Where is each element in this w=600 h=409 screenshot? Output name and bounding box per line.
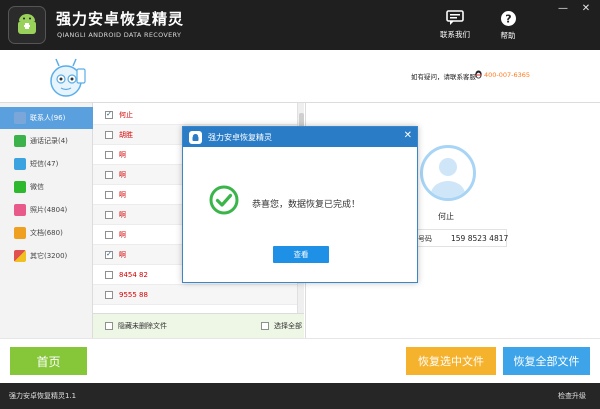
check-update-link[interactable]: 检查升级: [558, 391, 586, 401]
list-item-text: 啊: [119, 170, 126, 179]
app-subtitle: QIANGLI ANDROID DATA RECOVERY: [57, 31, 182, 39]
list-item-text: 胡胜: [119, 130, 133, 139]
list-item-text: 9555 88: [119, 290, 148, 299]
row-checkbox[interactable]: [105, 270, 113, 279]
person-silhouette-icon: [431, 158, 465, 198]
category-sidebar: 联系人(96) 通话记录(4) 短信(47) 微信 照片(4804) 文档(68…: [0, 103, 93, 338]
dialog-title: 强力安卓恢复精灵: [208, 132, 272, 142]
list-item-text: 啊: [119, 210, 126, 219]
select-all-option[interactable]: 选择全部: [261, 321, 302, 331]
action-bar: 首页 恢复选中文件 恢复全部文件: [0, 338, 600, 383]
list-footer: 隐藏未删除文件 选择全部: [93, 313, 304, 338]
list-item-text: 啊: [119, 150, 126, 159]
sidebar-item-label: 通话记录(4): [30, 137, 68, 145]
sidebar-item-documents[interactable]: 文档(680): [0, 222, 93, 244]
row-checkbox[interactable]: [105, 230, 113, 239]
help-text: 如有疑问，请联系客服: [411, 73, 476, 81]
phone-value: 159 8523 4817: [451, 234, 509, 243]
sidebar-item-call-log[interactable]: 通话记录(4): [0, 130, 93, 152]
dialog-app-icon: [189, 130, 202, 144]
sidebar-item-label: 联系人(96): [30, 114, 66, 122]
sidebar-item-label: 微信: [30, 183, 44, 191]
contact-us-button[interactable]: 联系我们: [434, 10, 476, 46]
recovery-complete-dialog: 强力安卓恢复精灵 ✕ 恭喜您，数据恢复已完成！ 查看: [182, 126, 418, 283]
row-checkbox[interactable]: [105, 290, 113, 299]
qq-penguin-icon[interactable]: [474, 70, 483, 79]
list-item-text: 啊: [119, 190, 126, 199]
dialog-message: 恭喜您，数据恢复已完成！: [252, 200, 361, 210]
app-logo: [8, 6, 46, 44]
sidebar-item-label: 文档(680): [30, 229, 63, 237]
view-button[interactable]: 查看: [273, 246, 329, 263]
dialog-title-bar: 强力安卓恢复精灵: [183, 127, 417, 147]
sidebar-item-contacts[interactable]: 联系人(96): [0, 107, 93, 129]
call-log-icon: [14, 135, 26, 147]
dialog-close-button[interactable]: ✕: [404, 130, 412, 142]
hide-undeleted-label: 隐藏未删除文件: [118, 322, 167, 330]
row-checkbox[interactable]: [105, 210, 113, 219]
row-checkbox[interactable]: ✓: [105, 250, 113, 259]
sms-icon: [14, 158, 26, 170]
sidebar-item-sms[interactable]: 短信(47): [0, 153, 93, 175]
help-icon: ?: [500, 11, 516, 26]
list-item[interactable]: ✓ 何止: [93, 105, 297, 125]
document-icon: [14, 227, 26, 239]
android-logo-icon: [192, 133, 199, 141]
select-all-label: 选择全部: [274, 322, 302, 330]
sidebar-item-photos[interactable]: 照片(4804): [0, 199, 93, 221]
sidebar-item-label: 照片(4804): [30, 206, 68, 214]
svg-text:?: ?: [505, 13, 511, 26]
hide-undeleted-option[interactable]: 隐藏未删除文件: [105, 321, 167, 331]
list-item[interactable]: 9555 88: [93, 285, 297, 305]
title-bar: 强力安卓恢复精灵 QIANGLI ANDROID DATA RECOVERY —…: [0, 0, 600, 50]
recover-all-button[interactable]: 恢复全部文件: [503, 347, 590, 375]
list-item-text: 8454 82: [119, 270, 148, 279]
sidebar-item-label: 短信(47): [30, 160, 59, 168]
app-title: 强力安卓恢复精灵: [56, 10, 185, 28]
list-item-text: 啊: [119, 250, 126, 259]
hide-undeleted-checkbox[interactable]: [105, 322, 113, 330]
header-band: 如有疑问，请联系客服 400-007-6365: [0, 50, 600, 103]
android-logo-icon: [18, 14, 36, 34]
row-checkbox[interactable]: [105, 130, 113, 139]
sidebar-item-wechat[interactable]: 微信: [0, 176, 93, 198]
list-item-text: 何止: [119, 110, 133, 119]
recover-selected-button[interactable]: 恢复选中文件: [406, 347, 496, 375]
other-icon: [14, 250, 26, 262]
wechat-icon: [14, 181, 26, 193]
chat-icon: [446, 10, 464, 25]
contact-us-label: 联系我们: [440, 30, 470, 39]
row-checkbox[interactable]: [105, 190, 113, 199]
phone-label: 号码: [418, 235, 432, 243]
home-button[interactable]: 首页: [10, 347, 87, 375]
avatar: [420, 145, 476, 201]
contact-name: 何止: [438, 212, 454, 221]
help-label: 帮助: [500, 31, 516, 40]
row-checkbox[interactable]: ✓: [105, 110, 113, 119]
contacts-icon: [14, 112, 26, 124]
row-checkbox[interactable]: [105, 150, 113, 159]
success-check-icon: [209, 185, 239, 215]
row-checkbox[interactable]: [105, 170, 113, 179]
version-text: 强力安卓恢复精灵1.1: [9, 392, 77, 400]
status-bar: 强力安卓恢复精灵1.1 检查升级: [0, 383, 600, 409]
photo-icon: [14, 204, 26, 216]
mascot-robot-icon: [50, 58, 86, 97]
service-phone: 400-007-6365: [484, 71, 531, 79]
minimize-button[interactable]: —: [555, 3, 571, 15]
select-all-checkbox[interactable]: [261, 322, 269, 330]
sidebar-item-other[interactable]: 其它(3200): [0, 245, 93, 267]
close-window-button[interactable]: ✕: [578, 3, 594, 15]
list-item-text: 啊: [119, 230, 126, 239]
sidebar-item-label: 其它(3200): [30, 252, 68, 260]
help-button[interactable]: ? 帮助: [487, 10, 529, 46]
